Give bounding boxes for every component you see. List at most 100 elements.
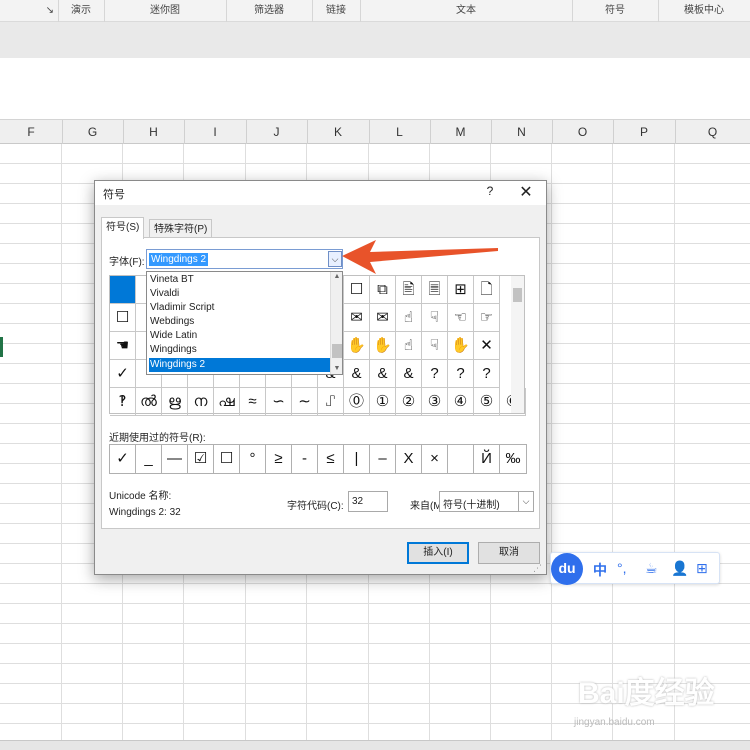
chinese-mode-icon[interactable]: 中 (593, 560, 607, 580)
symbol-cell[interactable]: ∽ (266, 388, 292, 416)
from-select-value[interactable]: 符号(十进制) (443, 500, 500, 511)
symbol-cell[interactable]: ⓪ (344, 388, 370, 416)
punctuation-icon[interactable]: °, (617, 560, 627, 576)
symbol-grid-scrollbar[interactable] (511, 275, 525, 414)
symbol-cell[interactable]: ① (370, 388, 396, 416)
from-select[interactable]: 符号(十进制) ⌵ (439, 491, 534, 512)
scroll-up-icon[interactable]: ▲ (331, 272, 343, 282)
symbol-cell[interactable]: ? (474, 360, 500, 388)
symbol-cell[interactable]: ⑤ (474, 388, 500, 416)
symbol-cell[interactable]: 🖹 (396, 276, 422, 304)
recent-symbol-cell[interactable]: ° (240, 445, 266, 473)
symbol-cell[interactable]: & (370, 360, 396, 388)
column-header[interactable]: G (62, 120, 124, 144)
recent-symbol-cell[interactable]: | (344, 445, 370, 473)
symbol-cell[interactable]: & (396, 360, 422, 388)
font-option[interactable]: Vineta BT (149, 273, 330, 287)
scrollbar-thumb[interactable] (513, 288, 522, 302)
symbol-cell[interactable]: ⊞ (448, 276, 474, 304)
recent-symbol-cell[interactable]: - (292, 445, 318, 473)
skin-icon[interactable]: ☕ (645, 560, 658, 577)
symbol-cell[interactable]: ന (188, 388, 214, 416)
font-combobox-value[interactable]: Wingdings 2 (149, 253, 209, 266)
symbol-cell[interactable]: & (344, 360, 370, 388)
symbol-cell[interactable]: ഋ (162, 388, 188, 416)
symbol-cell[interactable]: ∼ (292, 388, 318, 416)
font-option[interactable]: Vladimir Script (149, 301, 330, 315)
column-header[interactable]: I (184, 120, 247, 144)
column-header[interactable]: L (369, 120, 431, 144)
recent-symbol-cell[interactable]: — (162, 445, 188, 473)
font-combobox[interactable]: Wingdings 2 ⌵ (146, 249, 343, 269)
symbol-cell[interactable]: ‽ (110, 388, 136, 416)
symbol-cell[interactable]: ✉ (370, 304, 396, 332)
font-dropdown-list[interactable]: Vineta BT Vivaldi Vladimir Script Webdin… (146, 271, 343, 375)
symbol-cell[interactable]: ☝ (396, 304, 422, 332)
column-header[interactable]: M (430, 120, 492, 144)
scrollbar-thumb[interactable] (332, 344, 342, 358)
sheet-scrollbar[interactable] (0, 740, 750, 750)
symbol-cell[interactable]: ☜ (448, 304, 474, 332)
symbol-cell[interactable]: ③ (422, 388, 448, 416)
symbol-cell[interactable]: ☚ (110, 332, 136, 360)
recent-symbol-cell[interactable]: ☑ (188, 445, 214, 473)
tab-special-characters[interactable]: 特殊字符(P) (149, 219, 213, 239)
recent-symbol-cell[interactable]: ‰ (500, 445, 526, 473)
symbol-cell[interactable]: ② (396, 388, 422, 416)
symbol-cell[interactable]: ☐ (344, 276, 370, 304)
symbol-cell[interactable]: ☞ (474, 304, 500, 332)
column-header[interactable]: F (0, 120, 63, 144)
symbol-cell[interactable]: ഷ (214, 388, 240, 416)
recent-symbol-cell[interactable]: ≤ (318, 445, 344, 473)
symbol-cell[interactable]: ✋ (448, 332, 474, 360)
resize-grip-icon[interactable]: ⋰ (533, 563, 542, 574)
symbol-cell[interactable]: ✕ (474, 332, 500, 360)
user-icon[interactable]: 👤 (671, 560, 688, 577)
recent-symbol-cell[interactable]: ≥ (266, 445, 292, 473)
symbol-cell[interactable]: ✓ (110, 360, 136, 388)
symbol-cell-selected[interactable] (110, 276, 136, 304)
baidu-ime-logo-icon[interactable]: du (551, 553, 583, 585)
symbol-cell[interactable]: ✋ (370, 332, 396, 360)
column-header[interactable]: N (491, 120, 553, 144)
symbol-cell[interactable]: ⧉ (370, 276, 396, 304)
recent-symbol-cell[interactable]: Й (474, 445, 500, 473)
grid-menu-icon[interactable]: ⊞ (696, 560, 708, 577)
recent-symbol-cell[interactable]: ✓ (110, 445, 136, 473)
chevron-down-icon[interactable]: ⌵ (518, 492, 533, 511)
recent-symbol-cell[interactable] (448, 445, 474, 473)
tab-symbols[interactable]: 符号(S) (101, 217, 145, 239)
font-list-scrollbar[interactable]: ▲ ▼ (330, 272, 342, 374)
recent-symbol-cell[interactable]: × (422, 445, 448, 473)
column-header[interactable]: P (613, 120, 676, 144)
recent-symbol-cell[interactable]: ☐ (214, 445, 240, 473)
ribbon-launcher[interactable]: ↘ (0, 0, 59, 22)
recent-symbol-cell[interactable]: Χ (396, 445, 422, 473)
column-header[interactable]: J (246, 120, 308, 144)
column-header[interactable]: Q (675, 120, 750, 144)
recent-symbol-cell[interactable]: – (370, 445, 396, 473)
symbol-cell[interactable]: ൽ (136, 388, 162, 416)
symbol-cell[interactable]: 🗏 (422, 276, 448, 304)
symbol-cell[interactable]: ☟ (422, 332, 448, 360)
char-code-input[interactable]: 32 (348, 491, 388, 512)
column-header[interactable]: K (307, 120, 370, 144)
font-option[interactable]: Wingdings (149, 343, 330, 357)
close-button[interactable]: ✕ (515, 182, 537, 202)
symbol-cell[interactable]: 🗋 (474, 276, 500, 304)
recent-symbol-cell[interactable]: _ (136, 445, 162, 473)
symbol-cell[interactable]: ⑀ (318, 388, 344, 416)
dialog-titlebar[interactable] (95, 181, 546, 205)
symbol-cell[interactable]: ④ (448, 388, 474, 416)
symbol-cell[interactable]: ? (448, 360, 474, 388)
symbol-cell[interactable]: ✉ (344, 304, 370, 332)
scroll-down-icon[interactable]: ▼ (331, 364, 343, 374)
symbol-cell[interactable]: ☝ (396, 332, 422, 360)
launcher-icon[interactable]: ↘ (46, 0, 54, 22)
symbol-cell[interactable]: ☟ (422, 304, 448, 332)
font-option[interactable]: Vivaldi (149, 287, 330, 301)
symbol-cell[interactable]: ≈ (240, 388, 266, 416)
symbol-cell[interactable]: ☐ (110, 304, 136, 332)
font-option-selected[interactable]: Wingdings 2 (149, 358, 330, 372)
cancel-button[interactable]: 取消 (478, 542, 540, 564)
